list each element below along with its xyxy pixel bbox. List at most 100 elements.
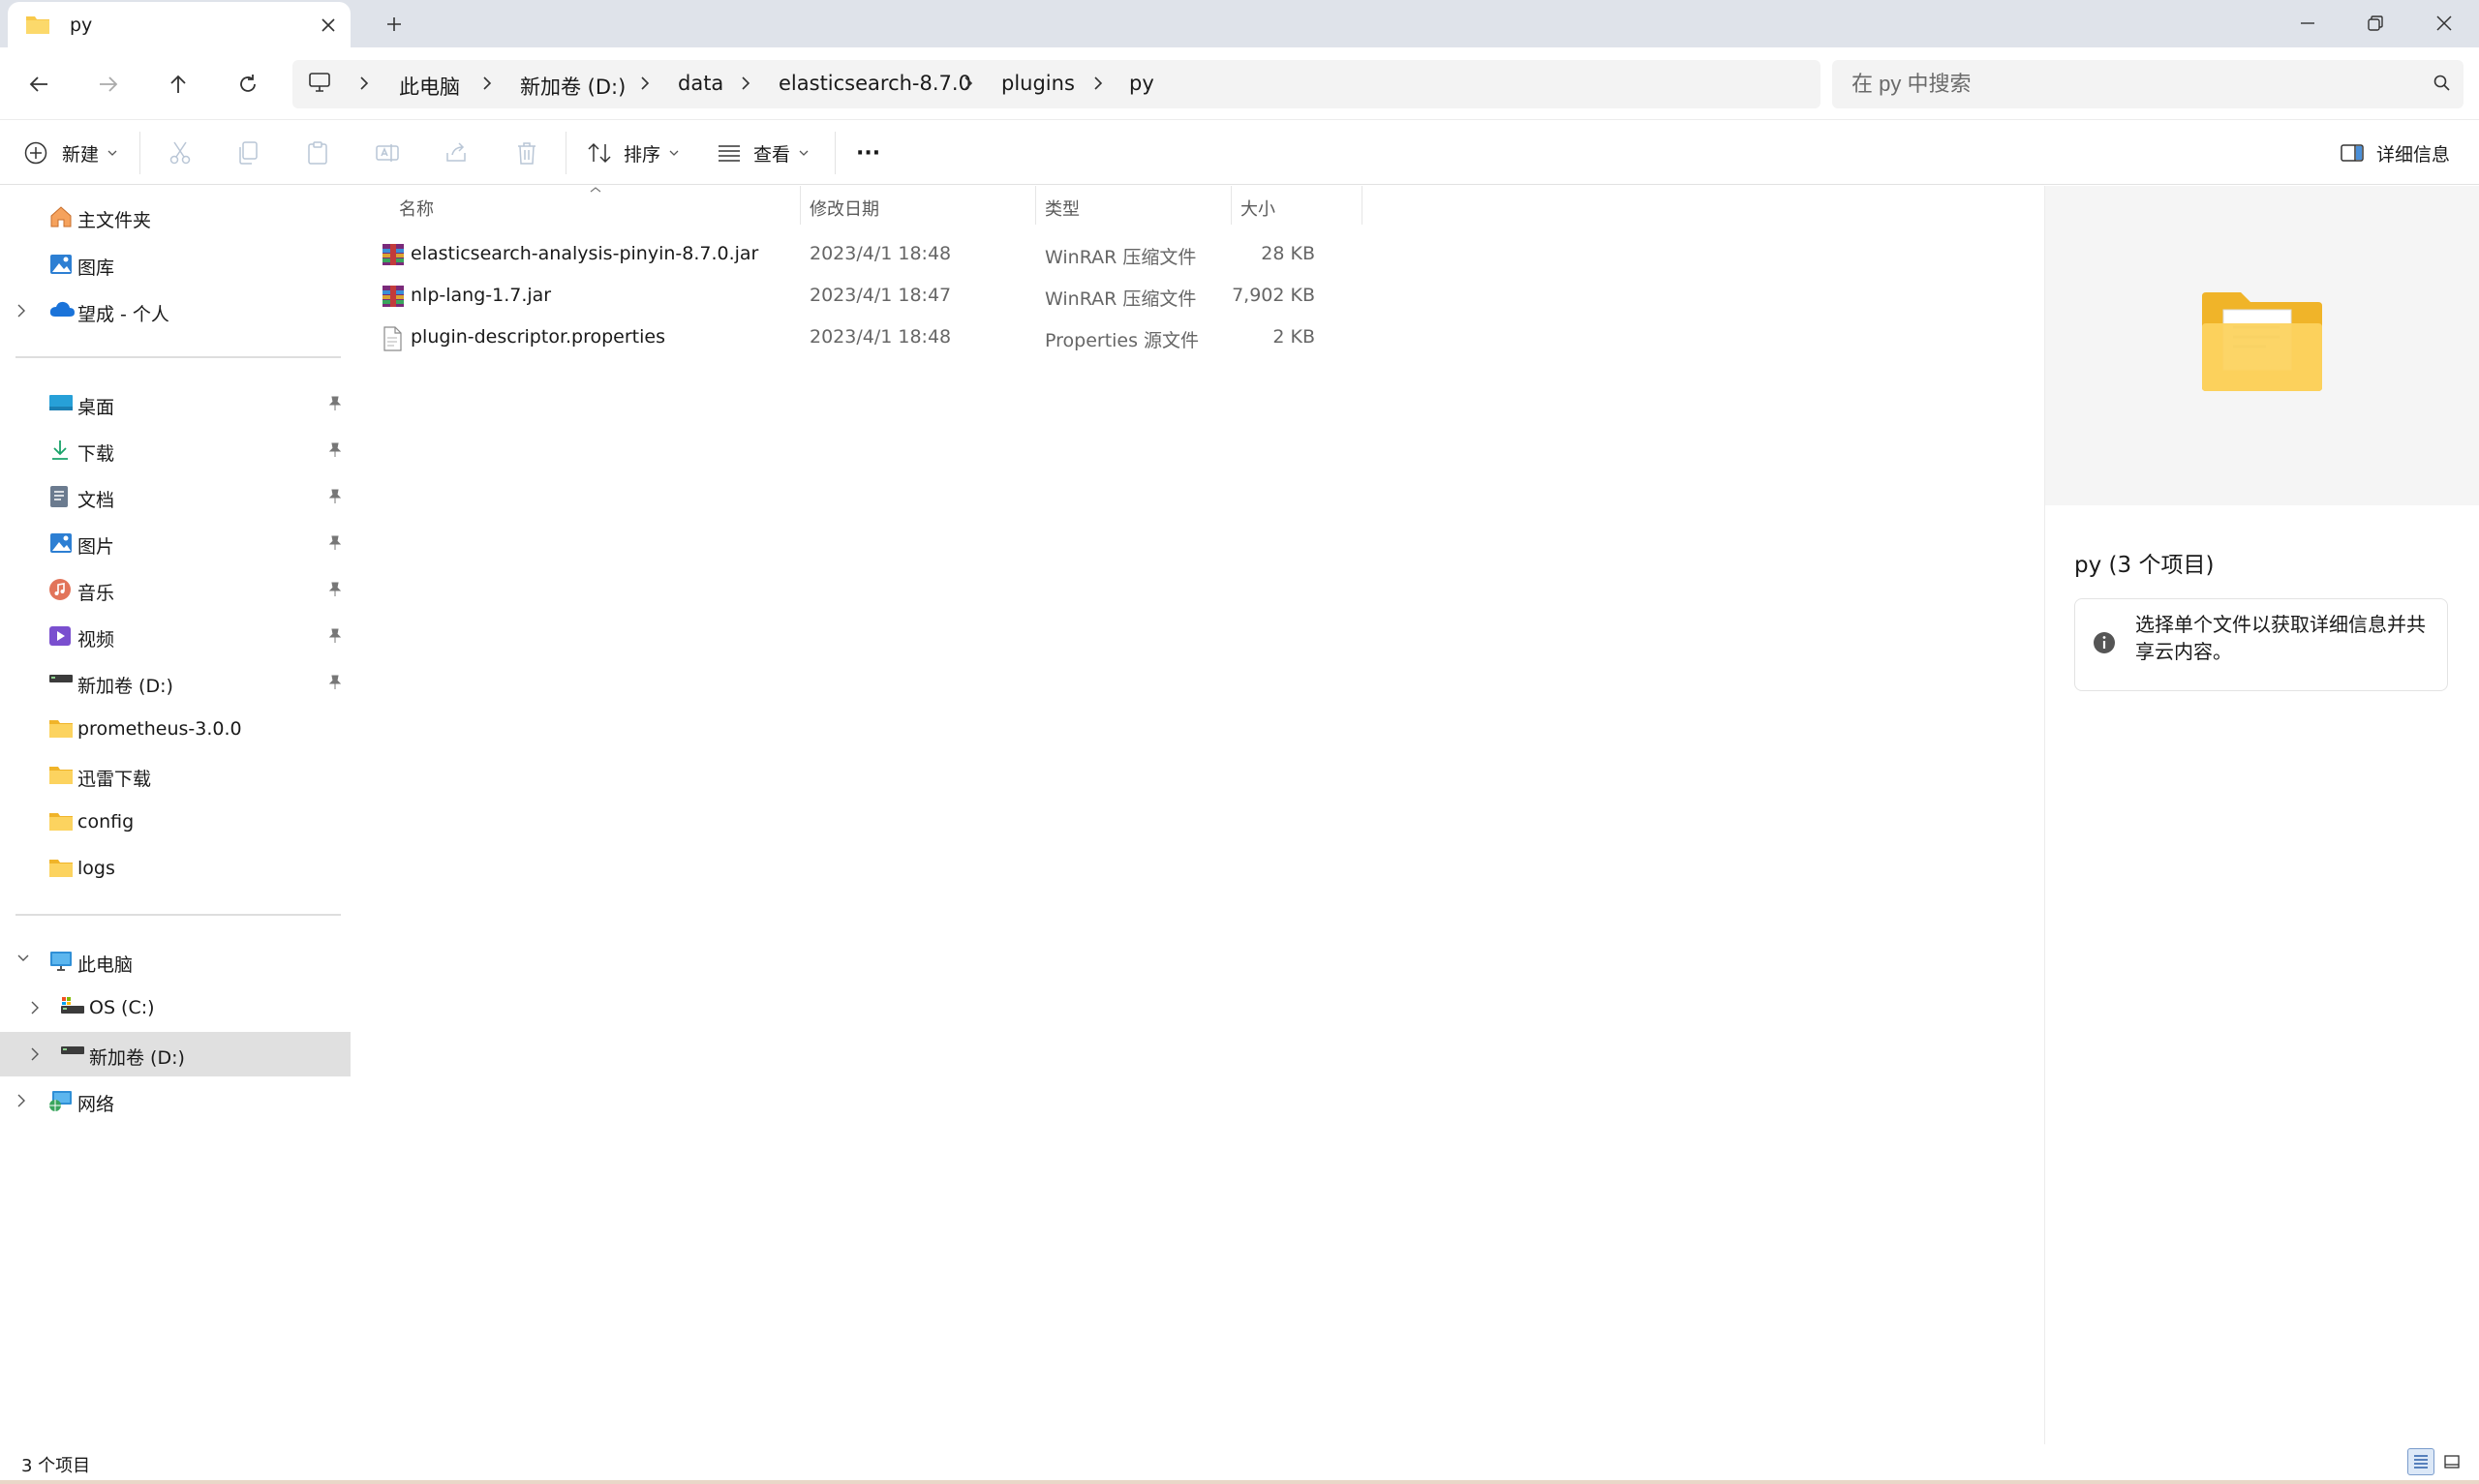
navigation-bar: 此电脑 新加卷 (D:) data elasticsearch-8.7.0 pl… — [0, 47, 2479, 119]
file-list: 名称 修改日期 类型 大小 elasticsearch-analysis-pin… — [354, 186, 2043, 1444]
file-size: 2 KB — [1272, 326, 1315, 348]
sidebar-item-documents[interactable]: 文档 — [0, 474, 351, 519]
share-icon[interactable] — [442, 134, 473, 172]
sort-icon — [587, 141, 612, 165]
rename-icon[interactable] — [372, 134, 403, 172]
plus-circle-icon — [23, 140, 48, 166]
drive-icon — [48, 671, 74, 686]
column-header-type[interactable]: 类型 — [1045, 196, 1080, 221]
sidebar-item-home[interactable]: 主文件夹 — [0, 195, 351, 239]
breadcrumb-this-pc[interactable]: 此电脑 — [399, 72, 460, 101]
file-date: 2023/4/1 18:48 — [810, 326, 952, 348]
restore-icon[interactable] — [2351, 4, 2400, 43]
sidebar-item-music[interactable]: 音乐 — [0, 567, 351, 612]
pin-icon[interactable] — [327, 488, 343, 505]
sidebar-item-label: config — [77, 811, 135, 833]
sidebar-item-desktop[interactable]: 桌面 — [0, 381, 351, 426]
column-divider[interactable] — [1231, 186, 1232, 225]
sidebar-item-downloads[interactable]: 下载 — [0, 428, 351, 472]
sidebar-item-label: 图片 — [77, 536, 115, 558]
details-pane-button[interactable]: 详细信息 — [2340, 134, 2450, 172]
address-bar[interactable]: 此电脑 新加卷 (D:) data elasticsearch-8.7.0 pl… — [292, 60, 1821, 108]
new-label: 新建 — [62, 143, 100, 166]
copy-icon[interactable] — [232, 134, 263, 172]
column-header-date[interactable]: 修改日期 — [810, 196, 879, 221]
view-button[interactable]: 查看 — [717, 134, 810, 172]
breadcrumb-elasticsearch[interactable]: elasticsearch-8.7.0 — [779, 72, 971, 95]
more-options-button[interactable]: ··· — [856, 134, 880, 172]
tab-py[interactable]: py — [8, 2, 351, 47]
sidebar-item-drive-d[interactable]: 新加卷 (D:) — [0, 660, 351, 705]
file-date: 2023/4/1 18:47 — [810, 285, 952, 306]
pin-icon[interactable] — [327, 581, 343, 598]
sidebar-item-drive-d-tree[interactable]: 新加卷 (D:) — [0, 1032, 351, 1076]
new-tab-button[interactable] — [378, 10, 411, 39]
minimize-icon[interactable] — [2283, 4, 2332, 43]
download-icon — [48, 439, 72, 462]
column-divider[interactable] — [800, 186, 801, 225]
refresh-button[interactable] — [227, 65, 269, 104]
sidebar-item-this-pc[interactable]: 此电脑 — [0, 939, 351, 984]
tiles-view-icon[interactable] — [2438, 1448, 2465, 1475]
column-header-name[interactable]: 名称 — [399, 196, 434, 221]
chevron-right-icon[interactable] — [481, 74, 493, 93]
sidebar-item-logs[interactable]: logs — [0, 846, 351, 891]
sidebar-item-pictures[interactable]: 图片 — [0, 521, 351, 565]
chevron-right-icon[interactable] — [15, 1092, 27, 1109]
sidebar-item-network[interactable]: 网络 — [0, 1078, 351, 1123]
paste-icon[interactable] — [302, 134, 333, 172]
close-tab-icon[interactable] — [314, 11, 343, 40]
sidebar-item-gallery[interactable]: 图库 — [0, 242, 351, 287]
delete-icon[interactable] — [511, 134, 542, 172]
sidebar-item-label: 下载 — [77, 443, 115, 465]
pin-icon[interactable] — [327, 441, 343, 459]
videos-icon — [48, 624, 72, 648]
file-row[interactable]: elasticsearch-analysis-pinyin-8.7.0.jar … — [354, 233, 1371, 275]
chevron-right-icon[interactable] — [639, 74, 651, 93]
sidebar-item-xunlei[interactable]: 迅雷下载 — [0, 753, 351, 798]
window-border — [0, 1480, 2479, 1484]
chevron-down-icon[interactable] — [15, 953, 31, 964]
chevron-right-icon[interactable] — [358, 74, 370, 93]
chevron-right-icon[interactable] — [29, 1045, 41, 1063]
forward-button[interactable] — [87, 65, 130, 104]
sort-button[interactable]: 排序 — [587, 134, 680, 172]
sidebar-item-prometheus[interactable]: prometheus-3.0.0 — [0, 707, 351, 751]
details-message: 选择单个文件以获取详细信息并共享云内容。 — [2135, 613, 2426, 663]
back-button[interactable] — [17, 65, 60, 104]
pin-icon[interactable] — [327, 534, 343, 552]
search-input[interactable] — [1852, 60, 2394, 108]
onedrive-icon — [48, 299, 76, 318]
chevron-right-icon[interactable] — [963, 74, 974, 93]
pin-icon[interactable] — [327, 674, 343, 691]
column-header-size[interactable]: 大小 — [1240, 196, 1275, 221]
gallery-icon — [48, 253, 74, 276]
sidebar-item-config[interactable]: config — [0, 800, 351, 844]
view-list-icon — [717, 142, 742, 164]
breadcrumb-drive-d[interactable]: 新加卷 (D:) — [520, 72, 626, 101]
sidebar-item-drive-c[interactable]: OS (C:) — [0, 985, 351, 1030]
new-button[interactable]: 新建 — [23, 134, 118, 172]
breadcrumb-py[interactable]: py — [1129, 72, 1154, 95]
chevron-right-icon[interactable] — [29, 999, 41, 1016]
pin-icon[interactable] — [327, 395, 343, 412]
breadcrumb-plugins[interactable]: plugins — [1001, 72, 1075, 95]
chevron-right-icon[interactable] — [15, 302, 27, 319]
file-icon — [382, 326, 403, 351]
breadcrumb-data[interactable]: data — [678, 72, 723, 95]
pin-icon[interactable] — [327, 627, 343, 645]
chevron-down-icon — [668, 149, 680, 157]
column-divider[interactable] — [1035, 186, 1036, 225]
chevron-right-icon[interactable] — [1092, 74, 1104, 93]
search-icon[interactable] — [2433, 74, 2452, 93]
sidebar-item-videos[interactable]: 视频 — [0, 614, 351, 658]
sidebar-item-onedrive[interactable]: 望成 - 个人 — [0, 288, 351, 333]
up-button[interactable] — [157, 65, 199, 104]
folder-icon — [48, 764, 74, 785]
close-window-icon[interactable] — [2417, 4, 2471, 43]
chevron-right-icon[interactable] — [740, 74, 751, 93]
cut-icon[interactable] — [165, 134, 196, 172]
details-view-icon[interactable] — [2407, 1448, 2434, 1475]
file-row[interactable]: nlp-lang-1.7.jar 2023/4/1 18:47 WinRAR 压… — [354, 275, 1371, 317]
file-row[interactable]: plugin-descriptor.properties 2023/4/1 18… — [354, 317, 1371, 358]
